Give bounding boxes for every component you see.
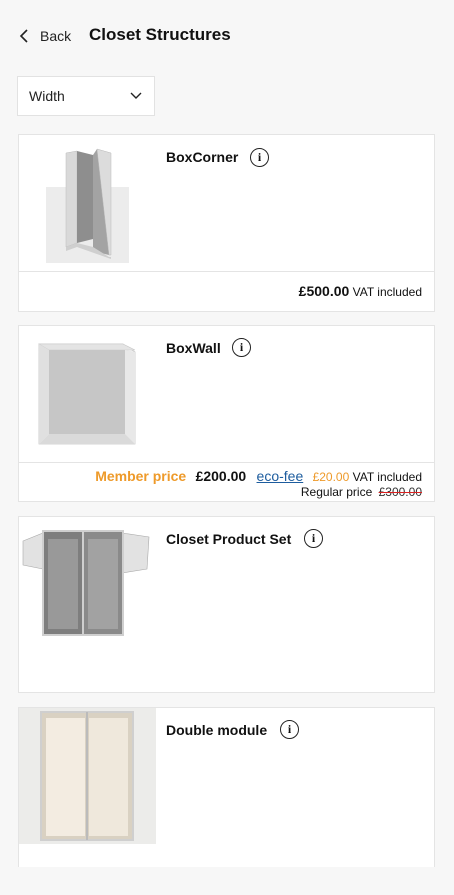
product-image-double-module (19, 708, 156, 844)
back-button[interactable]: Back (18, 26, 71, 46)
price-row: £500.00 VAT included (299, 283, 422, 299)
product-image-boxwall (19, 326, 156, 462)
info-icon[interactable]: i (250, 148, 269, 167)
product-price: £200.00 (195, 468, 247, 484)
product-name[interactable]: BoxWall (166, 340, 221, 356)
card-divider (19, 462, 434, 463)
page-title: Closet Structures (89, 25, 231, 44)
product-name[interactable]: Double module (166, 722, 267, 738)
info-icon[interactable]: i (232, 338, 251, 357)
regular-price-row: Regular price £300.00 (301, 485, 422, 499)
member-price-label: Member price (95, 468, 187, 484)
card-divider (19, 271, 434, 272)
regular-price-label: Regular price (300, 485, 373, 499)
product-card-boxcorner[interactable]: BoxCorner i £500.00 VAT included (18, 134, 435, 312)
vat-label: VAT included (352, 470, 422, 484)
vat-label: VAT included (352, 285, 422, 299)
width-filter-dropdown[interactable]: Width (17, 76, 155, 116)
product-card-double-module[interactable]: Double module i (18, 707, 435, 867)
product-name[interactable]: BoxCorner (166, 149, 238, 165)
chevron-down-icon (130, 92, 142, 99)
price-row: Member price £200.00 eco-fee £20.00 VAT … (95, 468, 422, 484)
product-name[interactable]: Closet Product Set (166, 531, 291, 547)
back-label: Back (40, 28, 72, 44)
info-icon[interactable]: i (304, 529, 323, 548)
regular-price: £300.00 (378, 485, 422, 499)
chevron-left-icon (19, 29, 28, 43)
width-filter-label: Width (29, 88, 65, 104)
header-bar: Back Closet Structures (0, 0, 454, 72)
product-image-closet-product-set (19, 517, 156, 645)
info-icon[interactable]: i (280, 720, 299, 739)
product-card-closet-product-set[interactable]: Closet Product Set i (18, 516, 435, 693)
product-image-boxcorner (19, 135, 156, 271)
product-card-boxwall[interactable]: BoxWall i Member price £200.00 eco-fee £… (18, 325, 435, 502)
product-price: £500.00 (298, 283, 350, 299)
eco-fee-amount: £20.00 (312, 470, 350, 484)
eco-fee-link[interactable]: eco-fee (257, 468, 304, 484)
